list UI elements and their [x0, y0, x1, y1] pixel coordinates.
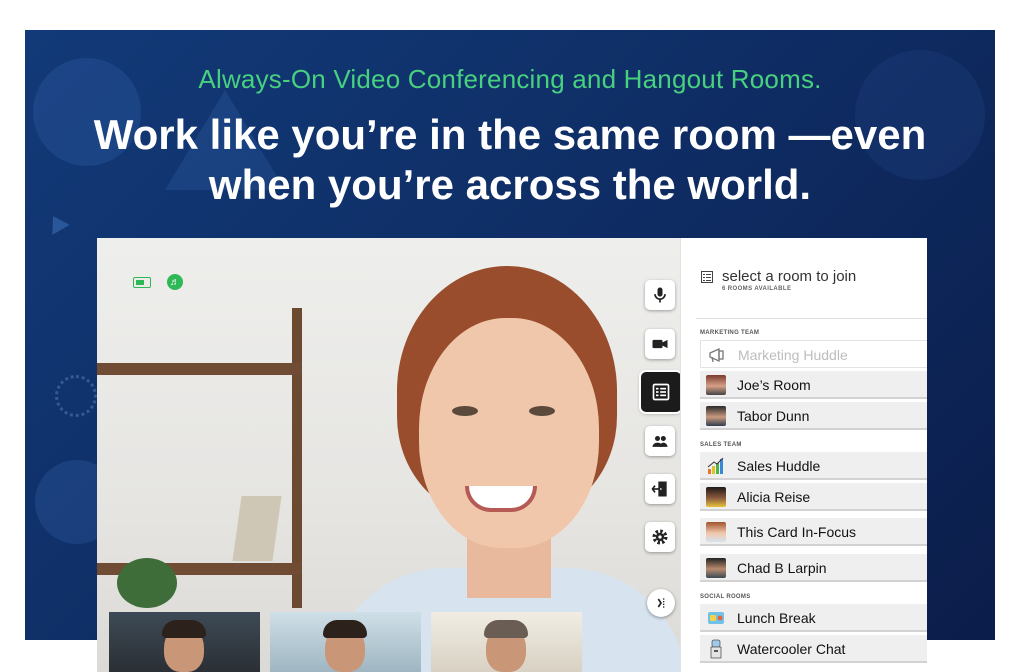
room-sales-huddle[interactable]: Sales Huddle — [700, 452, 927, 480]
participant-thumbnail[interactable] — [431, 612, 582, 672]
avatar — [706, 522, 726, 542]
room-lunch-break[interactable]: Lunch Break — [700, 604, 927, 632]
exit-door-icon — [651, 481, 667, 497]
battery-icon — [133, 277, 151, 288]
hero-headline: Work like you’re in the same room —even … — [25, 110, 995, 210]
camera-button[interactable] — [645, 329, 675, 359]
background-books — [232, 496, 282, 561]
room-watercooler-chat[interactable]: Watercooler Chat — [700, 635, 927, 663]
room-selection-panel: select a room to join 6 ROOMS AVAILABLE … — [680, 238, 927, 672]
panel-title: select a room to join — [722, 268, 857, 285]
background-shelf — [97, 363, 302, 375]
room-this-card-in-focus[interactable]: This Card In-Focus — [700, 518, 927, 546]
speaker-eye — [452, 406, 478, 416]
room-joes-room[interactable]: Joe’s Room — [700, 371, 927, 399]
bar-chart-icon — [707, 457, 724, 474]
room-marketing-huddle[interactable]: Marketing Huddle — [700, 340, 927, 368]
speaker-face — [419, 318, 599, 548]
room-chad-b-larpin[interactable]: Chad B Larpin — [700, 554, 927, 582]
participant-hair — [162, 620, 206, 638]
chevron-right-icon — [657, 598, 665, 608]
decorative-triangle — [44, 211, 70, 235]
participant-thumbnail[interactable] — [270, 612, 421, 672]
leave-room-button[interactable] — [645, 474, 675, 504]
collapse-panel-button[interactable] — [647, 589, 675, 617]
hero-tagline: Always-On Video Conferencing and Hangout… — [198, 64, 822, 94]
speaker-icon: ♬ — [167, 274, 183, 290]
gear-icon — [652, 529, 668, 545]
avatar — [706, 375, 726, 395]
main-video-feed[interactable]: ♬ — [97, 238, 680, 672]
room-label: Alicia Reise — [737, 489, 811, 505]
room-label: Joe’s Room — [737, 377, 811, 393]
room-label: Marketing Huddle — [738, 347, 848, 363]
list-icon — [701, 271, 713, 283]
participant-thumbnail[interactable] — [109, 612, 260, 672]
microphone-icon — [654, 287, 666, 303]
room-label: Chad B Larpin — [737, 560, 827, 576]
app-preview: ♬ select a room to join 6 ROOMS AVAILABL… — [97, 238, 927, 672]
room-alicia-reise[interactable]: Alicia Reise — [700, 483, 927, 511]
room-label: This Card In-Focus — [737, 524, 857, 540]
room-label: Sales Huddle — [737, 458, 821, 474]
avatar — [706, 406, 726, 426]
rooms-available-count: 6 ROOMS AVAILABLE — [722, 286, 792, 292]
avatar — [706, 487, 726, 507]
speaker-eye — [529, 406, 555, 416]
divider — [696, 318, 927, 319]
section-label-marketing: MARKETING TEAM — [700, 330, 760, 336]
room-list-button[interactable] — [641, 372, 680, 412]
participant-hair — [484, 620, 528, 638]
room-tabor-dunn[interactable]: Tabor Dunn — [700, 402, 927, 430]
megaphone-icon — [709, 347, 724, 363]
participant-hair — [323, 620, 367, 638]
section-label-sales: SALES TEAM — [700, 442, 742, 448]
list-icon — [652, 383, 670, 401]
microphone-button[interactable] — [645, 280, 675, 310]
camera-icon — [652, 339, 668, 349]
room-label: Watercooler Chat — [737, 641, 846, 657]
room-label: Tabor Dunn — [737, 408, 810, 424]
lunch-icon — [708, 612, 724, 624]
people-icon — [652, 436, 668, 447]
participant-thumbnails — [109, 612, 593, 672]
headline-line-2: when you’re across the world. — [208, 161, 812, 208]
decorative-ring — [55, 375, 97, 417]
section-label-social: SOCIAL ROOMS — [700, 594, 751, 600]
avatar — [706, 558, 726, 578]
headline-line-1: Work like you’re in the same room —even — [93, 111, 927, 158]
background-plant — [117, 558, 177, 608]
settings-button[interactable] — [645, 522, 675, 552]
participants-button[interactable] — [645, 426, 675, 456]
watercooler-icon — [710, 639, 722, 659]
room-label: Lunch Break — [737, 610, 816, 626]
